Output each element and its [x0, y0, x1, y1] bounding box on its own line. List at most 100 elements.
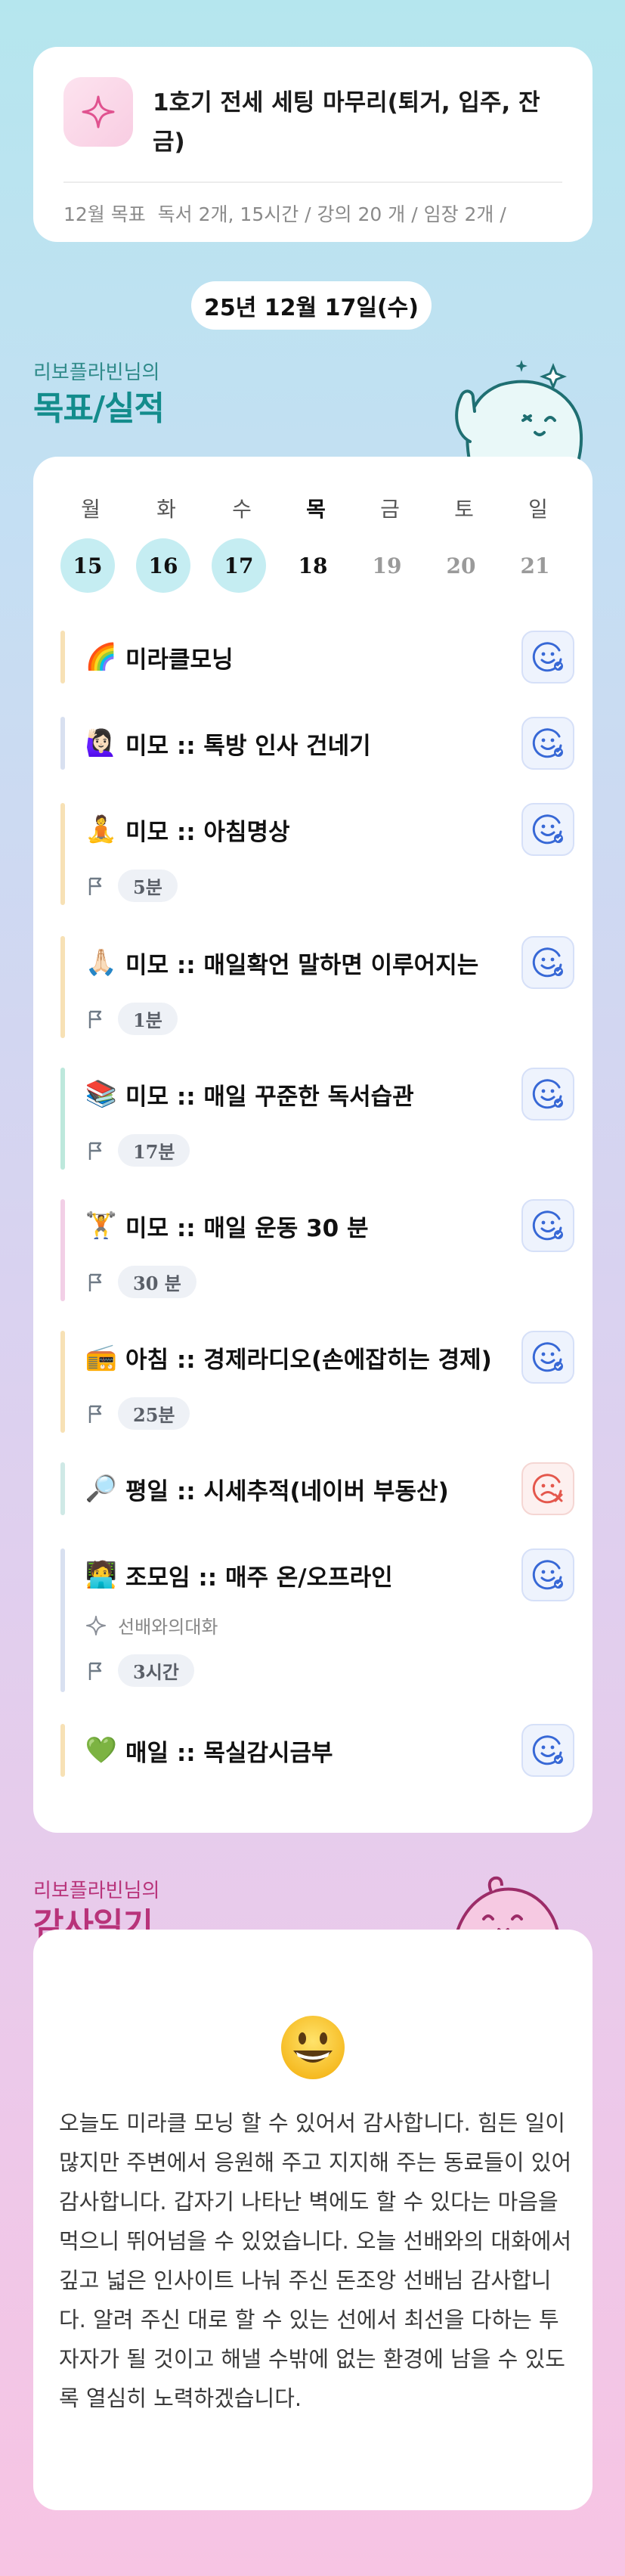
weekday-mon: 월	[81, 497, 101, 522]
flag-icon	[88, 877, 102, 895]
meditation-icon: 🧘	[85, 814, 118, 845]
duration-chip: 17분	[118, 1134, 190, 1167]
goal-item-title-row: 🧘 미모 :: 아침명상	[85, 803, 290, 856]
weekday-tue: 화	[156, 497, 176, 522]
goal-item-title-row: 🙏🏻 미모 :: 매일확언 말하면 이루어지는	[85, 936, 478, 989]
smile-check-icon	[532, 947, 563, 978]
goal-item-title-row: 🔎 평일 :: 시세추적(네이버 부동산)	[85, 1462, 449, 1515]
item-duration-row: 17분	[85, 1134, 190, 1167]
goal-item-title-row: 🧑‍💻 조모임 :: 매주 온/오프라인	[85, 1548, 393, 1601]
mascot-thumbs-up-icon	[455, 360, 583, 464]
weekday-sun: 일	[528, 497, 548, 522]
goal-item[interactable]: 📚 미모 :: 매일 꾸준한 독서습관 17분	[60, 1068, 574, 1170]
item-duration-row: 30 분	[85, 1266, 196, 1298]
item-color-bar	[60, 1331, 65, 1433]
goal-item-title: 미모 :: 톡방 인사 건네기	[125, 732, 371, 760]
weightlifter-icon: 🏋️	[85, 1211, 118, 1241]
item-color-bar	[60, 1068, 65, 1170]
sparkle-icon	[63, 77, 133, 147]
weekday-fri: 금	[380, 497, 400, 522]
date-pill[interactable]: 25년 12월 17일(수)	[191, 281, 432, 330]
green-heart-icon: 💚	[85, 1735, 118, 1765]
item-color-bar	[60, 631, 65, 684]
day-15[interactable]: 15	[60, 538, 115, 593]
smile-check-button[interactable]	[521, 1068, 574, 1121]
item-color-bar	[60, 936, 65, 1038]
day-16[interactable]: 16	[136, 538, 190, 593]
day-19[interactable]: 19	[360, 538, 414, 593]
duration-chip: 5분	[118, 870, 178, 902]
smile-check-icon	[532, 1560, 563, 1590]
goal-item[interactable]: 🏋️ 미모 :: 매일 운동 30 분 30 분	[60, 1199, 574, 1301]
goal-title: 1호기 전세 세팅 마무리(퇴거, 입주, 잔금)	[153, 89, 540, 156]
goal-summary-text: 독서 2개, 15시간 / 강의 20 개 / 임장 2개 /	[157, 203, 506, 225]
gratitude-text: 오늘도 미라클 모닝 할 수 있어서 감사합니다. 힘든 일이 많지만 주변에서…	[59, 2110, 572, 2411]
smile-check-icon	[532, 642, 563, 672]
books-icon: 📚	[85, 1079, 118, 1109]
goal-item[interactable]: 🌈 미라클모닝	[60, 631, 574, 684]
weekday-wed: 수	[232, 497, 252, 522]
goal-item[interactable]: 🧘 미모 :: 아침명상 5분	[60, 803, 574, 905]
sparkle-icon	[86, 1615, 106, 1635]
radio-icon: 📻	[85, 1342, 118, 1372]
smile-check-icon	[532, 814, 563, 845]
goal-item-title: 미모 :: 아침명상	[125, 818, 290, 846]
smile-check-button[interactable]	[521, 1724, 574, 1777]
smile-check-button[interactable]	[521, 1548, 574, 1601]
grinning-face-icon	[281, 2016, 345, 2079]
goal-item[interactable]: 🔎 평일 :: 시세추적(네이버 부동산)	[60, 1462, 574, 1515]
goal-item-title-row: 🏋️ 미모 :: 매일 운동 30 분	[85, 1199, 369, 1252]
day-18[interactable]: 18	[286, 538, 340, 593]
goal-item[interactable]: 🧑‍💻 조모임 :: 매주 온/오프라인 선배와의대화 3시간	[60, 1548, 574, 1692]
flag-icon	[88, 1405, 102, 1423]
goal-item-title: 미라클모닝	[125, 646, 234, 674]
raising-hand-icon: 🙋🏻‍♀️	[85, 728, 118, 758]
goal-item-title: 미모 :: 매일 운동 30 분	[125, 1214, 369, 1242]
smile-check-icon	[532, 1342, 563, 1372]
smile-check-button[interactable]	[521, 803, 574, 856]
item-color-bar	[60, 803, 65, 905]
flag-icon	[88, 1662, 102, 1680]
monthly-goal-card[interactable]: 1호기 전세 세팅 마무리(퇴거, 입주, 잔금) 12월 목표 독서 2개, …	[33, 47, 593, 242]
goal-item[interactable]: 📻 아침 :: 경제라디오(손에잡히는 경제) 25분	[60, 1331, 574, 1433]
rainbow-icon: 🌈	[85, 642, 118, 672]
gratitude-card: 오늘도 미라클 모닝 할 수 있어서 감사합니다. 힘든 일이 많지만 주변에서…	[33, 1930, 593, 2510]
goal-item-title-row: 📻 아침 :: 경제라디오(손에잡히는 경제)	[85, 1331, 492, 1384]
item-note: 선배와의대화	[118, 1617, 218, 1638]
day-17[interactable]: 17	[212, 538, 266, 593]
smile-check-button[interactable]	[521, 936, 574, 989]
item-duration-row: 5분	[85, 870, 178, 902]
flag-icon	[88, 1142, 102, 1160]
goal-item[interactable]: 💚 매일 :: 목실감시금부	[60, 1724, 574, 1777]
item-color-bar	[60, 1724, 65, 1777]
smile-check-button[interactable]	[521, 717, 574, 770]
smile-check-button[interactable]	[521, 1331, 574, 1384]
goal-item[interactable]: 🙏🏻 미모 :: 매일확언 말하면 이루어지는 1분	[60, 936, 574, 1038]
smile-check-icon	[532, 728, 563, 758]
item-color-bar	[60, 1199, 65, 1301]
divider	[63, 181, 562, 183]
smile-check-button[interactable]	[521, 631, 574, 684]
goal-item-title-row: 📚 미모 :: 매일 꾸준한 독서습관	[85, 1068, 414, 1121]
sad-fail-button[interactable]	[521, 1462, 574, 1515]
item-color-bar	[60, 1548, 65, 1692]
item-color-bar	[60, 717, 65, 770]
praying-hands-icon: 🙏🏻	[85, 947, 118, 978]
goal-item[interactable]: 🙋🏻‍♀️ 미모 :: 톡방 인사 건네기	[60, 717, 574, 770]
weekday-sat: 토	[454, 497, 474, 522]
day-21[interactable]: 21	[508, 538, 562, 593]
duration-chip: 1분	[118, 1003, 178, 1035]
smile-check-button[interactable]	[521, 1199, 574, 1252]
smile-check-icon	[532, 1211, 563, 1241]
sad-x-icon	[532, 1474, 563, 1504]
duration-chip: 30 분	[118, 1266, 196, 1298]
goals-card: 월 화 수 목 금 토 일 15 16 17 18 19 20 21 🌈 미라클모…	[33, 457, 593, 1833]
item-color-bar	[60, 1462, 65, 1515]
duration-chip: 25분	[118, 1397, 190, 1430]
weekday-thu: 목	[306, 497, 326, 522]
goal-summary: 12월 목표 독서 2개, 15시간 / 강의 20 개 / 임장 2개 /	[63, 200, 562, 227]
goal-item-title: 미모 :: 매일 꾸준한 독서습관	[125, 1083, 414, 1111]
day-20[interactable]: 20	[434, 538, 488, 593]
week-strip: 월 화 수 목 금 토 일 15 16 17 18 19 20 21	[33, 457, 593, 608]
magnifier-icon: 🔎	[85, 1474, 118, 1504]
